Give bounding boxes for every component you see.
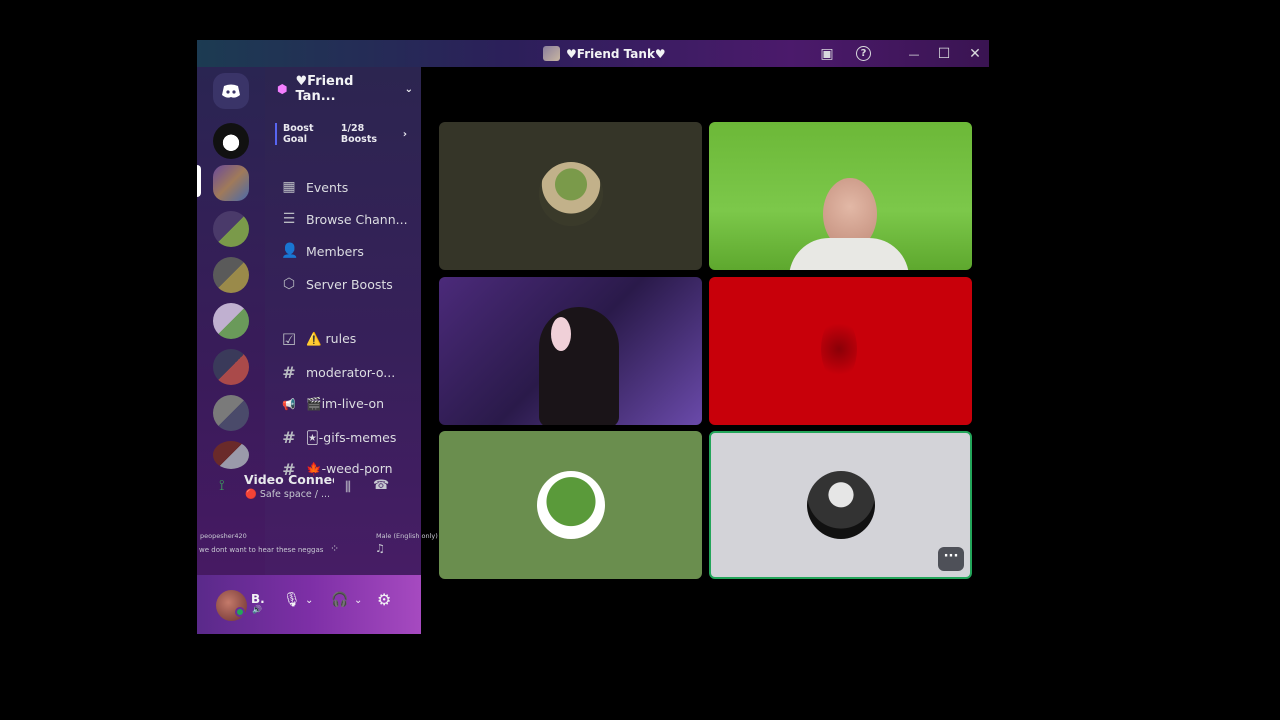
calendar-icon: ▦ [282, 179, 296, 195]
server-folder-5[interactable] [213, 395, 249, 431]
nav-browse-channels[interactable]: ☰ Browse Chann... [281, 209, 408, 229]
mic-options-chevron-icon[interactable]: ⌄ [305, 595, 313, 606]
greenscreen-video-tile[interactable] [709, 122, 972, 270]
person-silhouette [539, 307, 619, 425]
pepe-avatar [537, 471, 605, 539]
browse-channels-icon: ☰ [282, 211, 296, 227]
voice-channel[interactable]: 🔴 Safe space / ... [245, 489, 330, 500]
overlay-message: we dont want to hear these neggas [199, 546, 324, 554]
cat-ears-video-tile[interactable] [439, 277, 702, 425]
blurred-shape [821, 317, 857, 381]
boost-goal-label: Boost Goal [283, 123, 314, 145]
minimize-button[interactable]: — [904, 44, 924, 64]
overlay-right-label: Male (English only) [376, 532, 438, 540]
window-title-text: ♥Friend Tank♥ [566, 46, 666, 61]
nav-label: Events [306, 179, 349, 195]
close-button[interactable]: ✕ [965, 44, 985, 64]
boost-icon: ⬡ [282, 276, 296, 292]
nav-server-boosts[interactable]: ⬡ Server Boosts [281, 274, 393, 294]
title-bar: ♥Friend Tank♥ ▣ ? — ☐ ✕ [197, 40, 989, 67]
channel-label: moderator-o... [306, 364, 396, 380]
online-status-icon [235, 607, 245, 617]
hash-icon: # [282, 362, 296, 382]
audio-options-chevron-icon[interactable]: ⌄ [354, 595, 362, 606]
rules-icon: ☑ [281, 329, 297, 349]
announcement-icon: 📢 [282, 397, 296, 411]
speaking-icon: 🔊 [252, 605, 262, 614]
server-icon-shark[interactable] [213, 123, 249, 159]
inbox-icon[interactable]: ▣ [817, 44, 837, 64]
frog-avatar-tile[interactable] [439, 122, 702, 270]
disconnect-icon[interactable]: ☎ [373, 478, 389, 493]
server-badge-icon: ⬢ [277, 82, 288, 96]
selected-server-pill [197, 165, 201, 197]
channel-label: ⚠️ rules [306, 331, 357, 346]
bw-avatar-tile[interactable]: ··· [709, 431, 972, 579]
microphone-icon[interactable]: 🎙 [283, 592, 301, 608]
boost-count: 1/28 Boosts [340, 123, 378, 145]
nav-label: Members [306, 243, 364, 259]
overlay-chat: peopesher420 we dont want to hear these … [197, 532, 447, 562]
user-panel: B. 🔊 🎙 ⌄ 🎧 ⌄ ⚙ [197, 575, 421, 634]
channel-label: 🎬im-live-on [306, 396, 385, 411]
discord-home-button[interactable] [213, 73, 249, 109]
overlay-username: peopesher420 [200, 532, 247, 540]
discord-logo-icon [222, 84, 240, 98]
channel-moderator[interactable]: # moderator-o... [281, 362, 395, 382]
headphones-icon[interactable]: 🎧 [331, 592, 348, 608]
nav-label: Browse Chann... [306, 211, 408, 227]
server-folder-4[interactable] [213, 349, 249, 385]
nav-events[interactable]: ▦ Events [281, 177, 348, 197]
more-options-button[interactable]: ··· [938, 547, 964, 571]
server-folder-2[interactable] [213, 257, 249, 293]
nav-members[interactable]: 👤 Members [281, 241, 364, 261]
username[interactable]: B. [251, 592, 265, 606]
channel-gifs-memes[interactable]: # 🃏-gifs-memes [281, 427, 396, 447]
pepe-avatar-tile[interactable] [439, 431, 702, 579]
channel-rules[interactable]: ☑ ⚠️ rules [281, 329, 356, 349]
chevron-right-icon: › [402, 128, 407, 140]
bw-avatar [807, 471, 875, 539]
boost-goal-bar[interactable]: Boost Goal 1/28 Boosts › [275, 123, 407, 145]
channel-label: 🃏-gifs-memes [306, 429, 397, 445]
red-video-tile[interactable] [709, 277, 972, 425]
settings-gear-icon[interactable]: ⚙ [377, 590, 391, 609]
noise-suppression-icon[interactable]: ⫼ [345, 480, 351, 495]
members-icon: 👤 [281, 243, 299, 259]
chevron-down-icon: ⌄ [404, 83, 413, 95]
voice-status[interactable]: Video Connec [244, 472, 334, 487]
server-thumbnail-icon [543, 46, 560, 61]
server-folder-1[interactable] [213, 211, 249, 247]
channel-im-live-on[interactable]: 📢 🎬im-live-on [281, 394, 384, 414]
server-header[interactable]: ⬢ ♥Friend Tan... ⌄ [277, 74, 413, 104]
activities-icon[interactable]: ⁘ [330, 542, 339, 555]
soundboard-icon[interactable]: ♫ [375, 542, 385, 555]
cat-ear-headphone [551, 317, 571, 351]
server-icon-friend-tank[interactable] [213, 165, 249, 201]
signal-icon[interactable]: ⟟ [219, 476, 225, 494]
maximize-button[interactable]: ☐ [934, 44, 954, 64]
hash-icon: # [282, 427, 296, 447]
person-shirt [789, 238, 909, 270]
frog-avatar [539, 162, 603, 226]
server-folder-6[interactable] [213, 441, 249, 469]
nav-label: Server Boosts [306, 276, 393, 292]
window-title: ♥Friend Tank♥ [543, 46, 666, 61]
help-icon[interactable]: ? [856, 46, 871, 61]
server-name: ♥Friend Tan... [295, 74, 354, 104]
server-folder-3[interactable] [213, 303, 249, 339]
